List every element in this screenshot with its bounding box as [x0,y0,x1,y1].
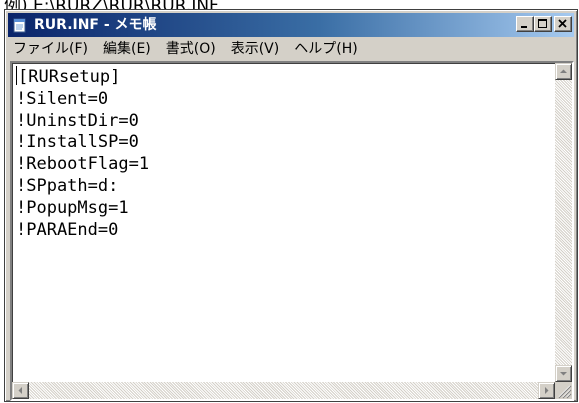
page-caption: 例) E:\RURZ\RUR\RUR.INF [4,0,219,16]
scroll-left-button[interactable] [12,382,29,399]
text-line: !InstallSP=0 [16,132,139,153]
text-line: !RebootFlag=1 [16,154,150,175]
text-line: !SPpath=d: [16,175,119,196]
text-line: !Silent=0 [16,88,109,109]
menu-format[interactable]: 書式(O) [161,39,226,59]
text-line: !PARAEnd=0 [16,219,119,240]
text-line: !UninstDir=0 [16,110,139,131]
minimize-icon [521,26,527,28]
notepad-icon[interactable] [12,17,28,33]
resize-grip[interactable] [555,382,572,399]
arrow-up-icon [560,69,567,73]
title-buttons [516,16,572,34]
minimize-button[interactable] [516,16,534,32]
text-line: !PopupMsg=1 [16,197,129,218]
scroll-right-button[interactable] [538,382,555,399]
arrow-down-icon [560,372,567,376]
menu-help[interactable]: ヘルプ(H) [289,39,367,59]
maximize-button[interactable] [534,16,552,32]
horizontal-scrollbar[interactable] [12,382,555,399]
resize-grip-icon [558,385,572,399]
close-button[interactable] [554,16,572,32]
scroll-down-button[interactable] [555,365,572,382]
window-title: RUR.INF - メモ帳 [34,17,157,33]
menu-file[interactable]: ファイル(F) [8,39,98,59]
menu-view[interactable]: 表示(V) [226,39,290,59]
menu-bar: ファイル(F) 編集(E) 書式(O) 表示(V) ヘルプ(H) [8,38,574,60]
text-editor[interactable]: [RURsetup] !Silent=0 !UninstDir=0 !Insta… [10,61,574,401]
arrow-left-icon [18,387,22,394]
notepad-window: RUR.INF - メモ帳 ファイル(F) 編集(E) 書式(O) 表示(V) … [4,9,578,402]
menu-edit[interactable]: 編集(E) [98,39,161,59]
arrow-right-icon [545,387,549,394]
scroll-up-button[interactable] [555,63,572,80]
editor-text[interactable]: [RURsetup] !Silent=0 !UninstDir=0 !Insta… [16,66,552,379]
text-caret [16,66,17,85]
text-line: [RURsetup] [16,66,121,87]
title-bar[interactable]: RUR.INF - メモ帳 [8,13,574,37]
close-icon [558,19,567,28]
maximize-icon [538,19,547,28]
vertical-scrollbar[interactable] [555,63,572,382]
